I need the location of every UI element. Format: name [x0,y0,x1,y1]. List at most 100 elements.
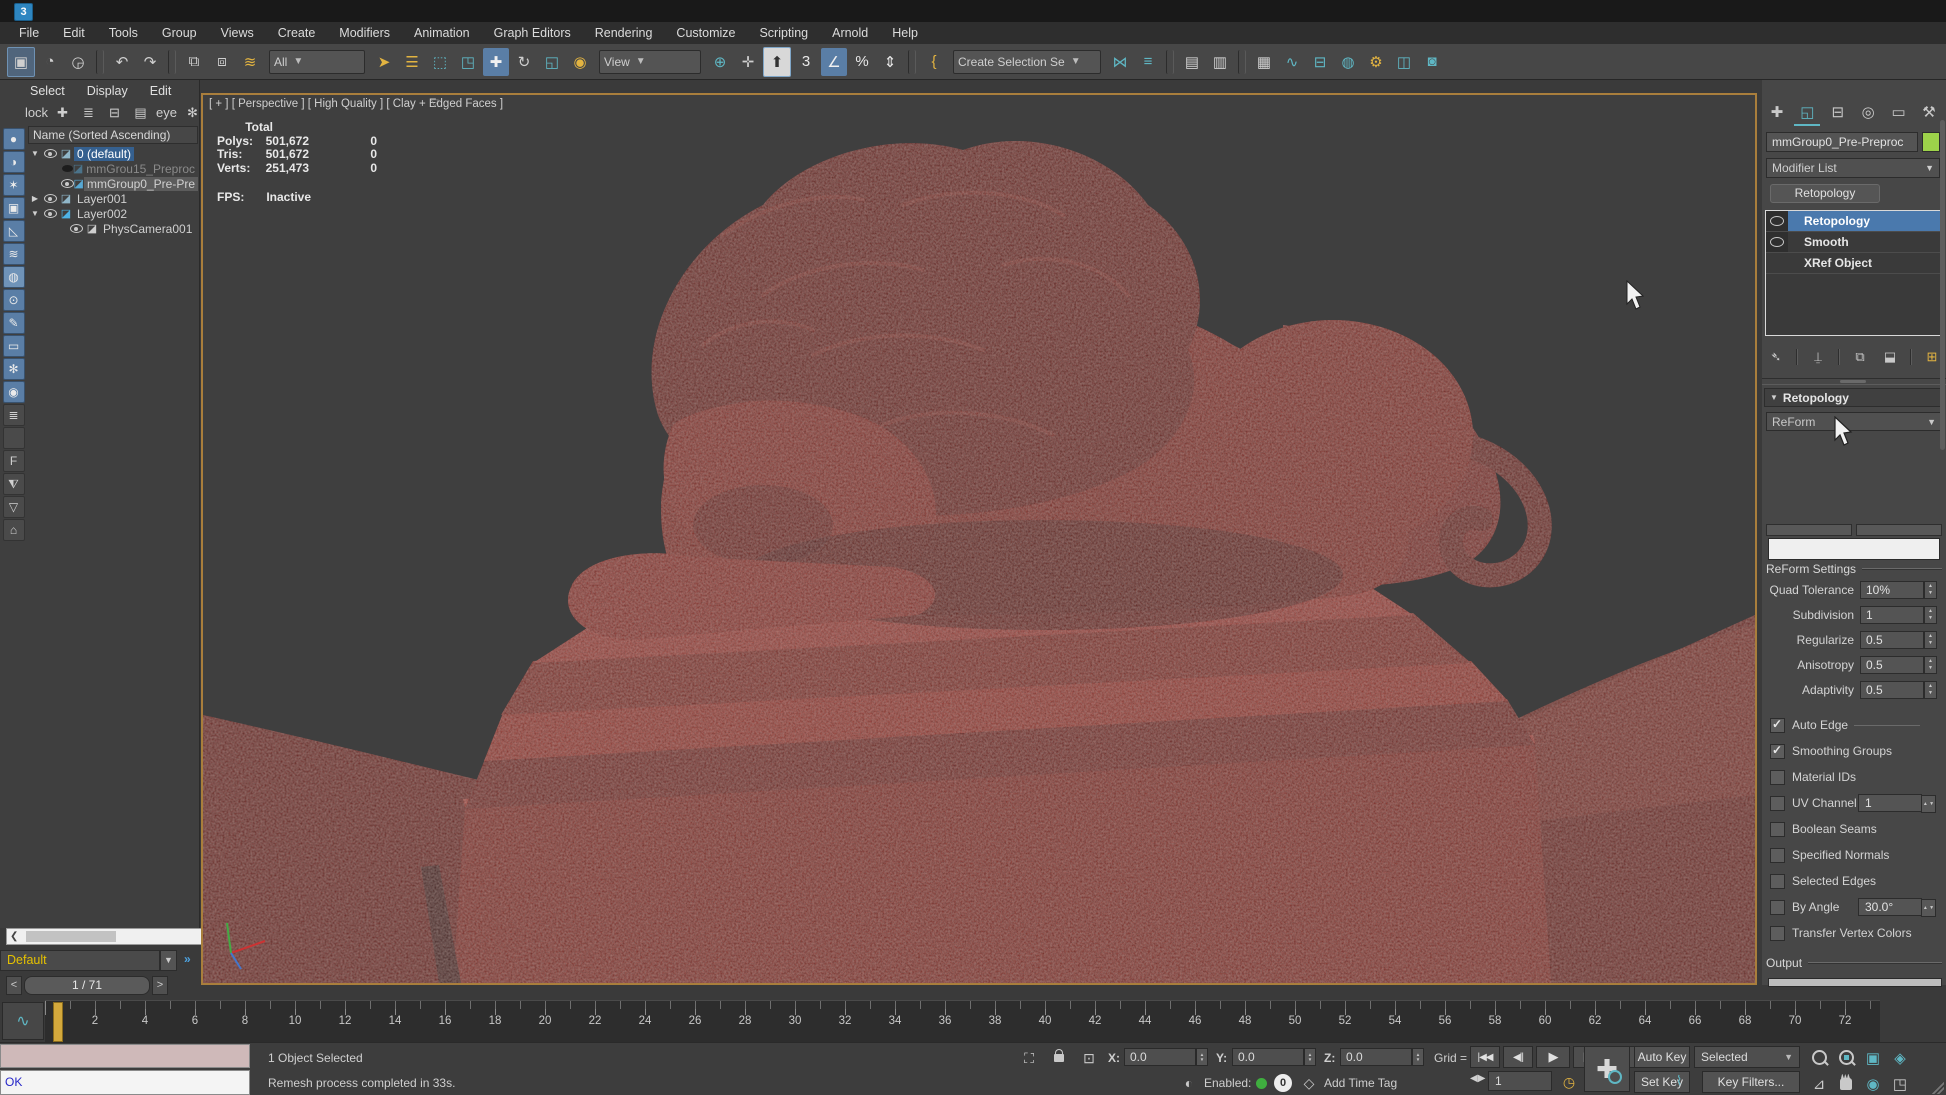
expander-icon[interactable]: ▼ [28,209,42,218]
toolbar-icon[interactable]: { [921,48,947,76]
setting-value-field[interactable]: 1 [1860,606,1924,624]
panel-divider[interactable] [1762,378,1946,385]
stack-tool-icon[interactable]: ⧉ [1850,348,1870,366]
viewport[interactable]: [ + ] [ Perspective ] [ High Quality ] [… [201,93,1757,985]
selection-lock-icon[interactable] [1048,1048,1070,1068]
zoom-extents-all-icon[interactable]: ◈ [1887,1045,1913,1070]
toolbar-icon[interactable]: ↻ [511,48,537,76]
toolbar-icon[interactable]: ⧉ [181,48,207,76]
menu-item[interactable]: Modifiers [328,22,401,44]
time-slider[interactable] [53,1002,63,1042]
modifier-stack-row[interactable]: Smooth [1766,232,1940,253]
toolbar-icon[interactable]: ▤ [1179,48,1205,76]
cube-icon[interactable]: ◇ [1298,1073,1320,1093]
filter-icon[interactable]: ✎ [3,312,25,334]
filter-icon[interactable]: ≣ [3,404,25,426]
toolbar-icon[interactable]: ◫ [1391,48,1417,76]
transport-button[interactable]: ◀|| [1503,1046,1533,1068]
toolbar-icon[interactable]: ↷ [137,48,163,76]
toolbar-icon[interactable]: ◱ [539,48,565,76]
key-selection-dropdown[interactable]: Selected▼ [1694,1046,1800,1068]
toolbar-icon[interactable]: ✛ [735,48,761,76]
app-logo-icon[interactable]: 3 [14,3,33,21]
menu-item[interactable]: Views [210,22,265,44]
command-panel-tab[interactable]: ⊟ [1825,100,1851,124]
checkbox-value-field[interactable]: 30.0° [1858,898,1922,916]
reference-coordinate-dropdown[interactable]: View▼ [599,50,701,74]
filter-icon[interactable]: ⧨ [3,473,25,495]
toolbar-icon[interactable] [1238,50,1246,74]
filter-icon[interactable]: ▣ [3,197,25,219]
toolbar-icon[interactable]: ⬚ [427,48,453,76]
filter-icon[interactable] [3,427,25,449]
command-panel-tab[interactable]: ◎ [1855,100,1881,124]
explorer-menu-item[interactable]: Display [87,84,128,98]
explorer-tool-icon[interactable]: ▤ [132,104,149,121]
maxscript-listener-output[interactable]: OK [0,1070,250,1095]
filter-icon[interactable]: ◍ [3,266,25,288]
scroll-left-icon[interactable]: ❮ [10,931,18,942]
toolbar-icon[interactable]: ✚ [483,48,509,76]
command-panel-tab[interactable]: ⚒ [1916,100,1942,124]
modifier-eye-icon[interactable] [1766,232,1788,252]
double-chevron-icon[interactable]: » [184,952,191,966]
checkbox[interactable] [1770,926,1785,941]
y-spinner[interactable] [1304,1048,1316,1066]
counter-badge[interactable]: 0 [1274,1074,1292,1092]
mini-curve-editor-button[interactable]: ∿ [2,1002,44,1040]
filter-icon[interactable]: ◺ [3,220,25,242]
tree-row[interactable]: ◪ mmGrou15_Preproc [28,161,198,176]
field-of-view-icon[interactable]: ⊿ [1806,1071,1832,1095]
command-panel-tab[interactable]: ✚ [1764,100,1790,124]
checkbox[interactable] [1770,744,1785,759]
recent-modifier-button[interactable]: Retopology [1770,184,1880,203]
filter-icon[interactable]: ⌂ [3,519,25,541]
funnel-icon[interactable]: ▽ [431,98,439,109]
object-color-swatch[interactable] [1922,132,1940,152]
stack-tool-icon[interactable] [1838,349,1840,365]
menu-item[interactable]: File [8,22,50,44]
menu-item[interactable]: Create [267,22,327,44]
explorer-menu-item[interactable]: Select [30,84,65,98]
keyable-icon[interactable]: ⌇ [1676,1073,1682,1089]
toolbar-icon[interactable]: ⇕ [877,48,903,76]
menu-item[interactable]: Animation [403,22,481,44]
checkbox[interactable] [1770,874,1785,889]
resize-grip[interactable] [1932,1082,1944,1094]
menu-item[interactable]: Scripting [748,22,819,44]
zoom-extents-icon[interactable]: ▣ [1860,1045,1886,1070]
toolbar-icon[interactable]: ⊕ [707,48,733,76]
explorer-sort-header[interactable]: Name (Sorted Ascending) [28,126,198,144]
expander-icon[interactable]: ▶ [28,194,42,203]
filter-icon[interactable]: ◉ [3,381,25,403]
checkbox[interactable] [1770,718,1785,733]
frame-indicator[interactable]: 1 / 71 [24,976,150,995]
explorer-tool-icon[interactable]: lock [28,104,45,121]
toolbar-icon[interactable] [96,50,104,74]
x-coordinate-field[interactable]: 0.0 [1124,1048,1196,1066]
retopology-rollout-header[interactable]: ▼Retopology [1764,388,1944,407]
tree-row[interactable]: ▼ ◪ Layer002 [28,206,198,221]
isolate-selection-icon[interactable]: ⛶ [1018,1048,1040,1068]
frame-next-button[interactable]: > [152,976,168,995]
explorer-tool-icon[interactable]: ✚ [54,104,71,121]
stack-tool-icon[interactable] [1910,349,1912,365]
filter-icon[interactable]: ● [3,128,25,150]
checkbox[interactable] [1770,770,1785,785]
checkbox[interactable] [1770,900,1785,915]
object-name-field[interactable]: mmGroup0_Pre-Preproc [1766,132,1918,152]
pan-hand-icon[interactable] [1833,1071,1859,1095]
menu-item[interactable]: Graph Editors [483,22,582,44]
menu-item[interactable]: Help [881,22,929,44]
modifier-eye-icon[interactable] [1766,253,1788,273]
transport-button[interactable]: |◀◀ [1470,1046,1500,1068]
expander-icon[interactable]: ▼ [28,149,42,158]
modifier-list-dropdown[interactable]: Modifier List▼ [1766,158,1940,178]
shield-icon[interactable]: ◐ [1178,1073,1200,1093]
eye-icon[interactable] [42,194,58,203]
toolbar-icon[interactable]: ◳ [455,48,481,76]
filter-icon[interactable]: ▭ [3,335,25,357]
zoom-icon[interactable] [1806,1045,1832,1070]
toolbar-icon[interactable]: ⊟ [1307,48,1333,76]
toolbar-icon[interactable]: ▣ [7,47,35,77]
